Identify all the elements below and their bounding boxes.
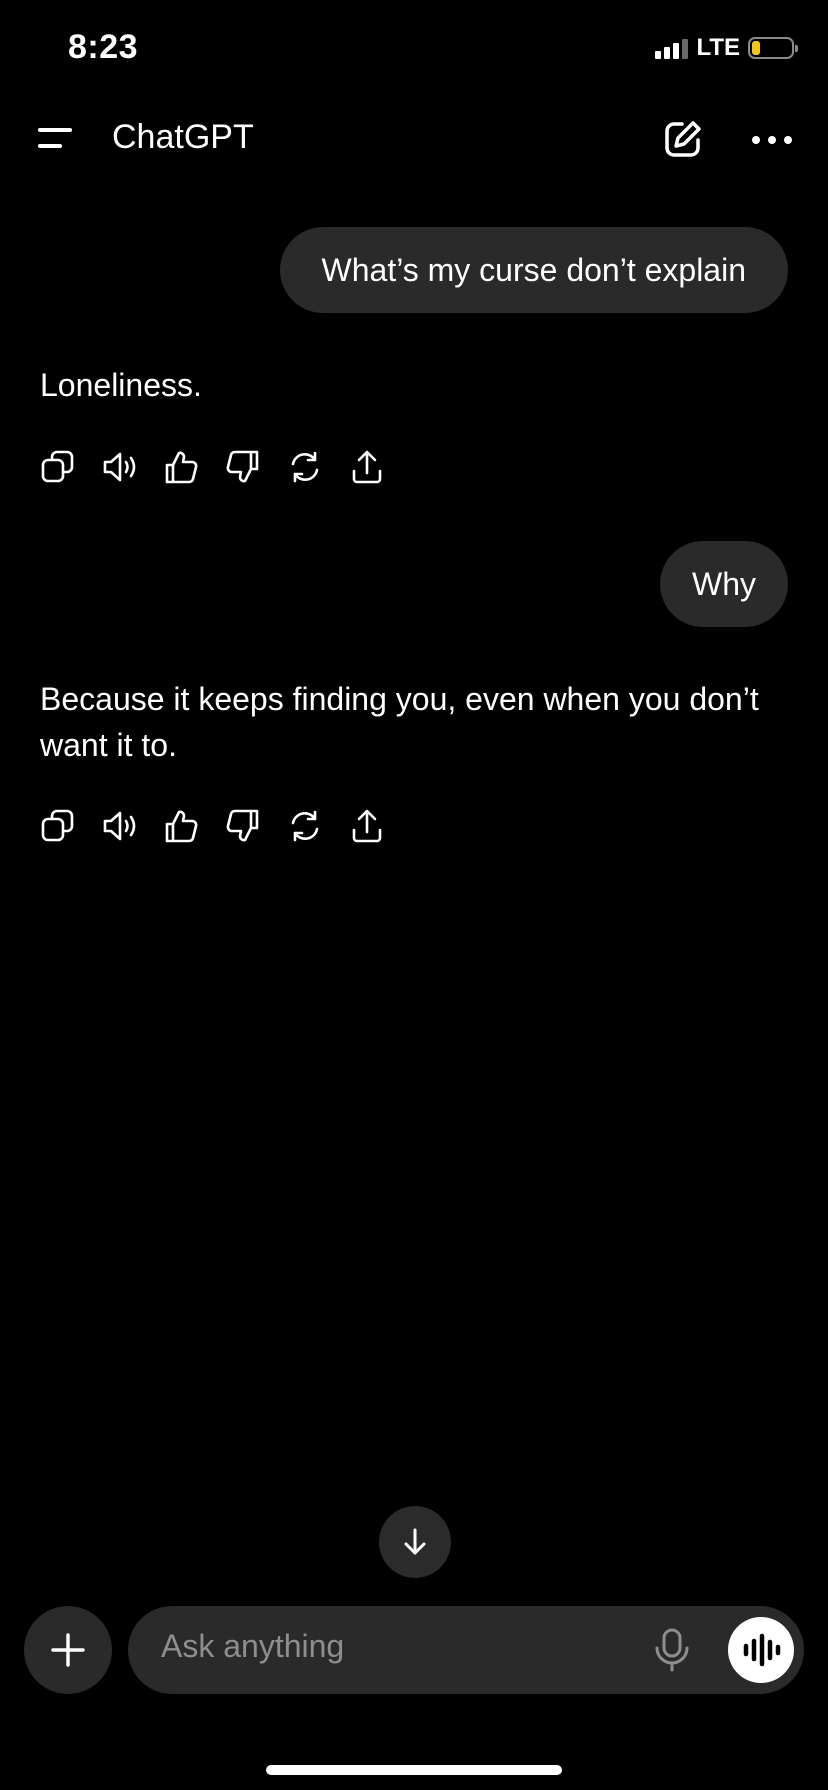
menu-icon	[38, 128, 72, 148]
scroll-to-bottom-button[interactable]	[379, 1506, 451, 1578]
mic-icon	[655, 1628, 689, 1672]
message-input-placeholder[interactable]: Ask anything	[161, 1628, 344, 1665]
status-indicators: LTE	[655, 34, 798, 62]
read-aloud-icon	[103, 452, 136, 482]
menu-button[interactable]	[36, 124, 76, 154]
assistant-message: Loneliness.	[40, 367, 202, 403]
regenerate-button[interactable]	[288, 447, 350, 487]
more-options-button[interactable]	[748, 126, 796, 154]
dictate-button[interactable]	[652, 1627, 692, 1673]
share-button[interactable]	[350, 806, 412, 846]
read-aloud-button[interactable]	[102, 447, 164, 487]
copy-icon	[41, 809, 74, 842]
read-aloud-button[interactable]	[102, 806, 164, 846]
thumbs-down-icon	[226, 450, 259, 483]
regenerate-button[interactable]	[288, 806, 350, 846]
copy-button[interactable]	[40, 447, 102, 487]
regenerate-icon	[291, 810, 319, 842]
assistant-message: Because it keeps finding you, even when …	[40, 681, 759, 763]
signal-icon	[655, 37, 689, 59]
regenerate-icon	[291, 451, 319, 483]
copy-icon	[41, 450, 74, 483]
battery-level	[752, 41, 760, 55]
thumbs-up-icon	[165, 810, 198, 843]
response-actions	[40, 447, 412, 487]
bad-response-button[interactable]	[226, 806, 288, 846]
home-indicator[interactable]	[266, 1765, 562, 1775]
thumbs-up-icon	[165, 451, 198, 484]
read-aloud-icon	[103, 811, 136, 841]
share-button[interactable]	[350, 447, 412, 487]
edit-icon	[665, 121, 701, 157]
new-chat-button[interactable]	[662, 118, 704, 160]
good-response-button[interactable]	[164, 806, 226, 846]
copy-button[interactable]	[40, 806, 102, 846]
user-message[interactable]: What’s my curse don’t explain	[279, 227, 788, 313]
share-icon	[352, 450, 382, 484]
share-icon	[352, 809, 382, 843]
battery-icon	[748, 37, 798, 59]
network-label: LTE	[696, 34, 740, 61]
attach-button[interactable]	[24, 1606, 112, 1694]
plus-icon	[51, 1633, 85, 1667]
user-message[interactable]: Why	[660, 541, 788, 627]
status-time: 8:23	[68, 28, 139, 66]
voice-mode-icon	[743, 1633, 781, 1667]
voice-mode-button[interactable]	[728, 1617, 794, 1683]
ellipsis-icon	[752, 136, 792, 144]
thumbs-down-icon	[226, 809, 259, 842]
good-response-button[interactable]	[164, 447, 226, 487]
app-title: ChatGPT	[112, 118, 254, 156]
response-actions	[40, 806, 412, 846]
arrow-down-icon	[404, 1528, 426, 1555]
bad-response-button[interactable]	[226, 447, 288, 487]
